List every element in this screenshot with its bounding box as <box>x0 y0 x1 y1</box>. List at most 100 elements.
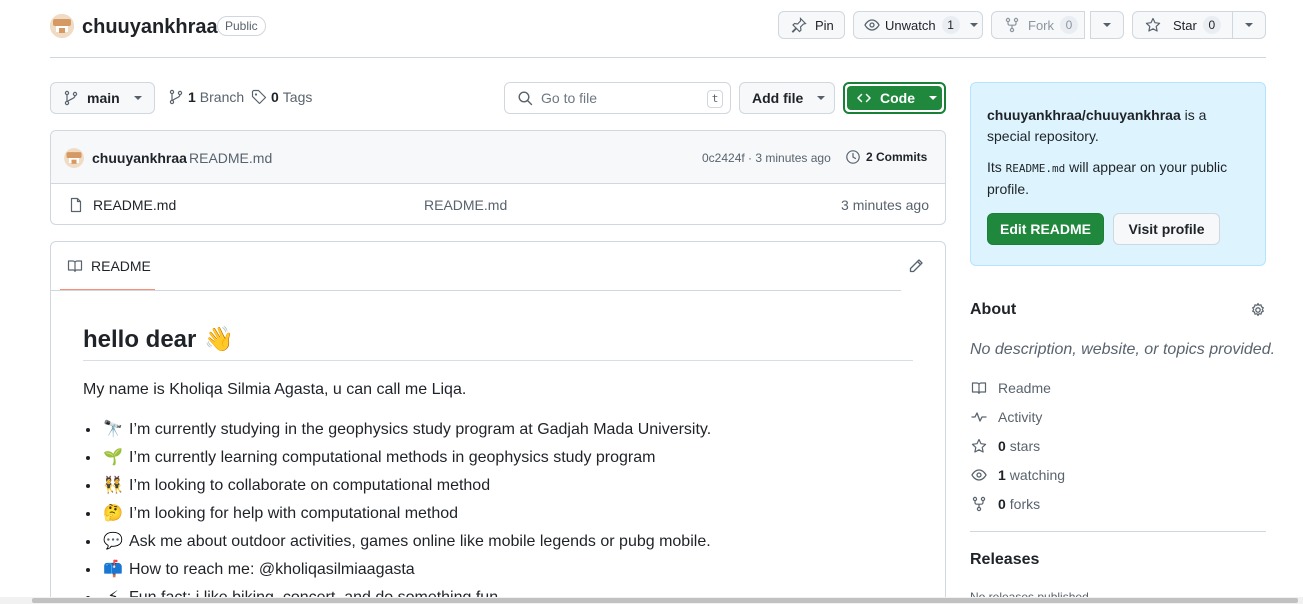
list-item-text: How to reach me: @kholiqasilmiaagasta <box>129 561 415 578</box>
about-stars-count: 0 <box>998 438 1006 454</box>
code-label: Code <box>880 90 915 106</box>
edit-readme-label: Edit README <box>1000 221 1091 237</box>
code-button[interactable]: Code <box>843 82 946 114</box>
tags-link[interactable]: 0 Tags <box>251 89 312 105</box>
list-item-text: I’m currently studying in the geophysics… <box>129 421 712 438</box>
about-forks-count: 0 <box>998 496 1006 512</box>
pin-icon <box>791 17 807 33</box>
pin-button[interactable]: Pin <box>778 11 845 39</box>
commit-author[interactable]: chuuyankhraa <box>92 150 187 166</box>
readme-tab[interactable]: README <box>60 242 155 291</box>
branch-select-button[interactable]: main <box>50 82 155 114</box>
about-forks-label: forks <box>1009 496 1041 512</box>
fork-button[interactable]: Fork 0 <box>991 11 1085 39</box>
edit-readme-button[interactable]: Edit README <box>987 213 1104 245</box>
branch-name: main <box>87 90 120 106</box>
speech-bubble-icon: 💬 <box>103 533 123 550</box>
file-time: 3 minutes ago <box>841 197 929 213</box>
pulse-icon <box>970 409 988 425</box>
about-activity-label: Activity <box>998 409 1043 425</box>
add-file-button[interactable]: Add file <box>739 82 835 114</box>
list-item-text: I’m looking for help with computational … <box>129 505 459 522</box>
readme-list: 🔭 I’m currently studying in the geophysic… <box>101 416 711 604</box>
readme-heading-text: hello dear <box>83 326 197 353</box>
book-icon <box>67 258 83 274</box>
star-icon <box>1145 17 1161 33</box>
about-watching-link[interactable]: 1 watching <box>970 467 1065 483</box>
branch-icon <box>168 89 184 105</box>
star-dropdown-button[interactable] <box>1232 11 1266 39</box>
pin-label: Pin <box>815 17 834 33</box>
gear-icon[interactable] <box>1250 302 1266 318</box>
readme-heading: hello dear 👋 <box>83 324 234 356</box>
list-item: 💬 Ask me about outdoor activities, games … <box>101 528 711 556</box>
search-placeholder: Go to file <box>541 90 598 106</box>
visit-profile-button[interactable]: Visit profile <box>1113 213 1220 245</box>
about-stars-label: stars <box>1009 438 1041 454</box>
readme-code: README.md <box>1005 162 1066 175</box>
file-row[interactable]: README.md README.md 3 minutes ago <box>51 184 945 224</box>
unwatch-button[interactable]: Unwatch 1 <box>853 11 983 39</box>
about-readme-link[interactable]: Readme <box>970 380 1051 396</box>
chevron-down-icon <box>133 96 142 100</box>
visit-profile-label: Visit profile <box>1128 221 1205 237</box>
branches-link[interactable]: 1 Branch <box>168 89 244 105</box>
sidebar-divider <box>970 531 1266 532</box>
star-count: 0 <box>1202 16 1221 34</box>
chevron-down-icon <box>969 23 978 27</box>
search-icon <box>517 90 533 106</box>
branch-icon <box>63 90 79 106</box>
repo-avatar[interactable] <box>50 14 74 38</box>
visibility-badge: Public <box>217 16 266 36</box>
telescope-icon: 🔭 <box>103 421 123 438</box>
chevron-down-icon <box>817 96 826 100</box>
eye-icon <box>970 467 988 483</box>
special-its: Its <box>987 159 1006 175</box>
header-divider <box>50 57 1266 58</box>
file-name[interactable]: README.md <box>93 197 176 213</box>
repo-name[interactable]: chuuyankhraa <box>82 14 218 40</box>
file-table: chuuyankhraa README.md 0c2424f · 3 minut… <box>50 130 946 225</box>
chevron-down-icon <box>1245 23 1253 27</box>
waving-hand-icon: 👋 <box>204 326 235 353</box>
about-watching-label: watching <box>1009 467 1066 483</box>
commits-label: 2 Commits <box>866 150 928 164</box>
eye-icon <box>864 17 880 33</box>
seedling-icon: 🌱 <box>103 449 123 466</box>
list-item-text: I’m looking to collaborate on computatio… <box>129 477 491 494</box>
commits-link[interactable]: 2 Commits <box>845 149 927 165</box>
chevron-down-icon <box>929 96 937 100</box>
thinking-face-icon: 🤔 <box>103 505 123 522</box>
commit-hash-time[interactable]: 0c2424f · 3 minutes ago <box>702 151 831 165</box>
readme-intro: My name is Kholiqa Silmia Agasta, u can … <box>83 381 467 398</box>
go-to-file-input[interactable]: Go to file t <box>504 82 731 114</box>
file-commit-message[interactable]: README.md <box>424 197 507 213</box>
edit-pencil-icon[interactable] <box>908 258 924 274</box>
star-button[interactable]: Star 0 <box>1132 11 1233 39</box>
special-repo-text: chuuyankhraa/chuuyankhraa is a special r… <box>987 105 1249 147</box>
about-stars-link[interactable]: 0 stars <box>970 438 1040 454</box>
tag-icon <box>251 89 267 105</box>
readme-tab-label: README <box>91 257 151 274</box>
about-forks-link[interactable]: 0 forks <box>970 496 1040 512</box>
fork-icon <box>970 496 988 512</box>
list-item: 🔭 I’m currently studying in the geophysic… <box>101 416 711 444</box>
about-activity-link[interactable]: Activity <box>970 409 1042 425</box>
fork-dropdown-button[interactable] <box>1090 11 1124 39</box>
search-shortcut-key: t <box>707 90 723 108</box>
branch-count: 1 <box>188 89 196 105</box>
about-title: About <box>970 301 1017 318</box>
commit-message[interactable]: README.md <box>189 150 272 166</box>
list-item: 🌱 I’m currently learning computational me… <box>101 444 711 472</box>
commit-author-avatar[interactable] <box>64 148 84 168</box>
scrollbar-thumb[interactable] <box>32 598 1298 603</box>
tag-count: 0 <box>271 89 279 105</box>
releases-title[interactable]: Releases <box>970 551 1039 569</box>
about-readme-label: Readme <box>998 380 1051 396</box>
people-icon: 👯 <box>103 477 123 494</box>
list-item-text: Ask me about outdoor activities, games o… <box>129 533 711 550</box>
horizontal-scrollbar[interactable] <box>0 597 1303 604</box>
list-item-text: I’m currently learning computational met… <box>129 449 656 466</box>
mailbox-icon: 📫 <box>103 561 123 578</box>
commit-bar: chuuyankhraa README.md 0c2424f · 3 minut… <box>51 131 945 184</box>
